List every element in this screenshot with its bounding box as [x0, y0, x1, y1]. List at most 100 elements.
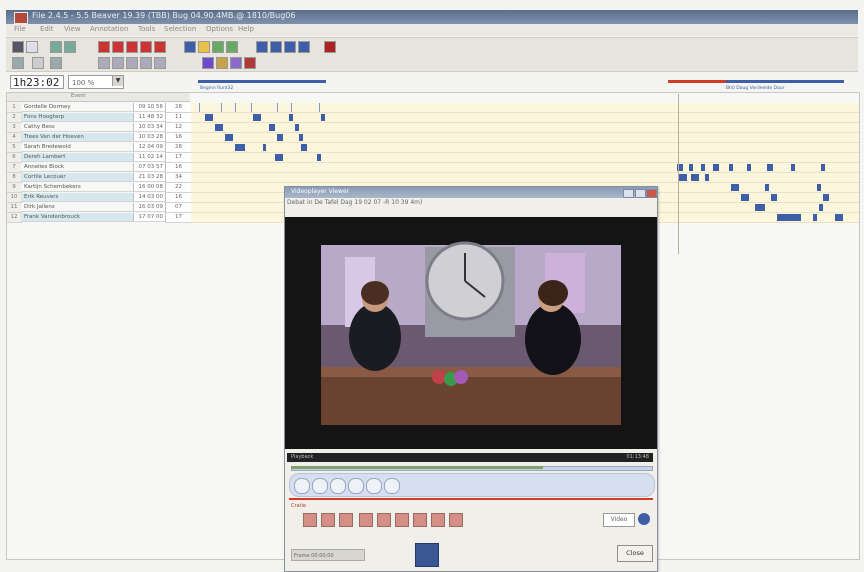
annotation-segment[interactable] — [701, 164, 705, 171]
annotation-segment[interactable] — [705, 174, 709, 181]
annotate-btn-2[interactable] — [321, 513, 335, 527]
annotation-segment[interactable] — [199, 103, 200, 112]
table-row[interactable]: 1 Gordelle Dormey 09 10 56 28 — [7, 103, 191, 113]
layout2-icon[interactable] — [112, 57, 124, 69]
record-icon[interactable] — [98, 41, 110, 53]
time-display[interactable]: 1h23:02 — [10, 75, 64, 89]
table-row[interactable]: 2 Fons Hoogterp 11 48 32 11 — [7, 113, 191, 123]
annotation-segment[interactable] — [777, 214, 801, 221]
annotate-btn-4[interactable] — [359, 513, 373, 527]
annotation-segment[interactable] — [835, 214, 843, 221]
mark3-icon[interactable] — [140, 41, 152, 53]
save-icon[interactable] — [12, 41, 24, 53]
annotation-segment[interactable] — [689, 164, 693, 171]
annotation-segment[interactable] — [277, 103, 278, 112]
annotation-segment[interactable] — [205, 114, 213, 121]
palette-icon[interactable] — [216, 57, 228, 69]
zoom-in-icon[interactable] — [50, 57, 62, 69]
play-icon[interactable] — [294, 478, 310, 494]
annotation-segment[interactable] — [235, 103, 236, 112]
media-select[interactable]: Video — [603, 513, 635, 527]
layout5-icon[interactable] — [154, 57, 166, 69]
menu-item-file[interactable]: File — [14, 25, 26, 33]
annotate-btn-5[interactable] — [377, 513, 391, 527]
waveform-icon[interactable] — [202, 57, 214, 69]
next-icon[interactable] — [226, 41, 238, 53]
close-button[interactable]: Close — [617, 545, 653, 562]
annotate-btn-1[interactable] — [303, 513, 317, 527]
timeline-playhead[interactable] — [678, 94, 679, 254]
annotation-segment[interactable] — [821, 164, 825, 171]
prev-icon[interactable] — [212, 41, 224, 53]
table-row[interactable]: 4 Trees Van der Hoeven 10 03 28 16 — [7, 133, 191, 143]
annotation-segment[interactable] — [713, 164, 719, 171]
track-row[interactable] — [191, 133, 859, 143]
annotation-segment[interactable] — [691, 174, 699, 181]
annotation-segment[interactable] — [215, 124, 223, 131]
maximize-icon[interactable] — [635, 189, 646, 198]
snapshot-icon[interactable] — [415, 543, 439, 567]
annotation-segment[interactable] — [221, 103, 222, 112]
table-row[interactable]: 5 Sarah Bredewold 12 04 09 28 — [7, 143, 191, 153]
annotation-segment[interactable] — [679, 174, 687, 181]
step-back-icon[interactable] — [312, 478, 328, 494]
zoom-out-icon[interactable] — [32, 57, 44, 69]
undo-icon[interactable] — [284, 41, 296, 53]
menu-item-selection[interactable]: Selection — [164, 25, 196, 33]
annotation-segment[interactable] — [771, 194, 777, 201]
annotate-btn-3[interactable] — [339, 513, 353, 527]
step-forward-icon[interactable] — [330, 478, 346, 494]
annotation-segment[interactable] — [819, 204, 823, 211]
video-frame[interactable] — [285, 217, 657, 449]
align-right-icon[interactable] — [64, 41, 76, 53]
annotation-segment[interactable] — [225, 134, 233, 141]
annotation-segment[interactable] — [291, 103, 292, 112]
table-row[interactable]: 12 Frank Vandenbrouck 17 07 00 17 — [7, 213, 191, 223]
redo-icon[interactable] — [298, 41, 310, 53]
annotation-segment[interactable] — [813, 214, 817, 221]
annotation-segment[interactable] — [301, 144, 307, 151]
zoom-icon[interactable] — [12, 57, 24, 69]
track-row[interactable] — [191, 163, 859, 173]
menu-item-edit[interactable]: Edit — [40, 25, 54, 33]
annotation-segment[interactable] — [823, 194, 829, 201]
annotation-segment[interactable] — [277, 134, 283, 141]
annotation-segment[interactable] — [289, 114, 293, 121]
annotation-segment[interactable] — [251, 103, 252, 112]
volume-icon[interactable] — [366, 478, 382, 494]
table-row[interactable]: 6 Dereh Lambert 11 02 14 17 — [7, 153, 191, 163]
annotation-segment[interactable] — [731, 184, 739, 191]
track-row[interactable] — [191, 173, 859, 183]
annotate-btn-9[interactable] — [449, 513, 463, 527]
track-row[interactable] — [191, 143, 859, 153]
close-icon[interactable] — [646, 189, 657, 198]
annotation-segment[interactable] — [263, 144, 266, 151]
info-icon[interactable] — [638, 513, 650, 525]
annotation-segment[interactable] — [741, 194, 749, 201]
track-row[interactable] — [191, 113, 859, 123]
menu-item-tools[interactable]: Tools — [138, 25, 155, 33]
annotation-segment[interactable] — [729, 164, 733, 171]
annotate-btn-8[interactable] — [431, 513, 445, 527]
menu-item-view[interactable]: View — [64, 25, 81, 33]
table-row[interactable]: 9 Kartijn Schembekers 16 00 08 22 — [7, 183, 191, 193]
layout4-icon[interactable] — [140, 57, 152, 69]
annotation-segment[interactable] — [767, 164, 773, 171]
annotate-btn-7[interactable] — [413, 513, 427, 527]
open-icon[interactable] — [26, 41, 38, 53]
annotation-segment[interactable] — [765, 184, 769, 191]
table-row[interactable]: 11 Dirk Jallens 16 03 09 07 — [7, 203, 191, 213]
annotation-segment[interactable] — [275, 154, 283, 161]
annotate-btn-6[interactable] — [395, 513, 409, 527]
annotation-segment[interactable] — [299, 134, 303, 141]
chevron-down-icon[interactable]: ▼ — [112, 76, 123, 86]
mark2-icon[interactable] — [126, 41, 138, 53]
palette3-icon[interactable] — [244, 57, 256, 69]
stop-icon[interactable] — [324, 41, 336, 53]
layout3-icon[interactable] — [126, 57, 138, 69]
mark4-icon[interactable] — [154, 41, 166, 53]
annotation-segment[interactable] — [269, 124, 275, 131]
palette2-icon[interactable] — [230, 57, 242, 69]
track-row[interactable] — [191, 153, 859, 163]
grid-icon[interactable] — [184, 41, 196, 53]
